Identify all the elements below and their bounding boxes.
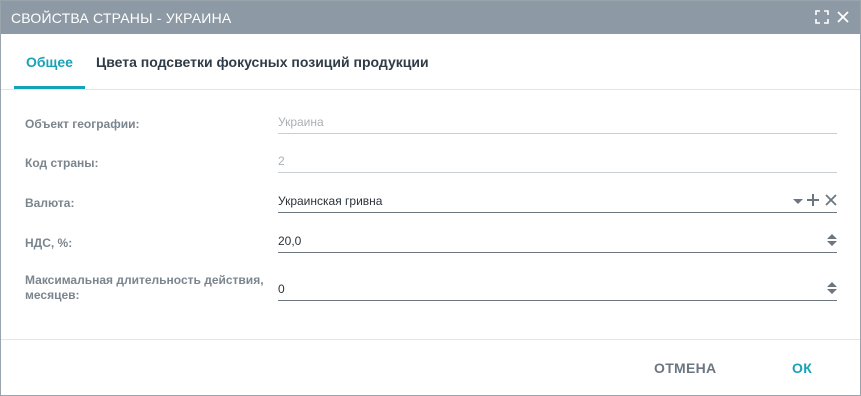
max-duration-spinner[interactable] xyxy=(827,281,837,300)
currency-select[interactable]: Украинская гривна xyxy=(278,192,837,213)
vat-spinner[interactable] xyxy=(827,233,837,252)
dialog-footer: ОТМЕНА ОК xyxy=(1,339,860,395)
vat-value: 20,0 xyxy=(278,234,302,248)
geo-object-value: Украина xyxy=(278,115,324,129)
spinner-arrows-icon[interactable] xyxy=(827,233,837,252)
cancel-button[interactable]: ОТМЕНА xyxy=(654,360,716,376)
dialog-title: СВОЙСТВА СТРАНЫ - УКРАИНА xyxy=(11,10,232,26)
country-code-value: 2 xyxy=(278,154,285,168)
max-duration-input[interactable]: 0 xyxy=(278,280,837,301)
country-properties-dialog: СВОЙСТВА СТРАНЫ - УКРАИНА Общее Цвета по… xyxy=(0,0,861,396)
close-button[interactable] xyxy=(835,9,851,25)
tab-focus-highlight-colors[interactable]: Цвета подсветки фокусных позиций продукц… xyxy=(96,34,429,89)
x-icon[interactable] xyxy=(825,193,837,211)
dialog-titlebar: СВОЙСТВА СТРАНЫ - УКРАИНА xyxy=(1,1,860,34)
ok-button[interactable]: ОК xyxy=(792,360,812,376)
geo-object-label: Объект географии: xyxy=(25,117,140,131)
close-icon xyxy=(837,11,849,23)
vat-input[interactable]: 20,0 xyxy=(278,232,837,253)
max-duration-label-line2: месяцев: xyxy=(25,288,80,302)
vat-label: НДС, %: xyxy=(25,236,73,250)
max-duration-label: Максимальная длительность действия, меся… xyxy=(25,273,264,303)
spinner-arrows-icon[interactable] xyxy=(827,281,837,300)
tab-bar: Общее Цвета подсветки фокусных позиций п… xyxy=(1,34,860,90)
country-code-field: 2 xyxy=(278,152,837,173)
maximize-button[interactable] xyxy=(814,9,830,25)
currency-value: Украинская гривна xyxy=(278,194,383,208)
currency-label: Валюта: xyxy=(25,196,75,210)
currency-actions xyxy=(793,194,837,210)
country-code-label: Код страны: xyxy=(25,156,99,170)
maximize-icon xyxy=(815,10,829,24)
geo-object-field: Украина xyxy=(278,113,837,134)
plus-icon[interactable] xyxy=(807,193,819,211)
max-duration-label-line1: Максимальная длительность действия, xyxy=(25,273,264,287)
tab-general[interactable]: Общее xyxy=(14,34,85,89)
max-duration-value: 0 xyxy=(278,282,285,296)
caret-down-icon[interactable] xyxy=(793,193,803,211)
